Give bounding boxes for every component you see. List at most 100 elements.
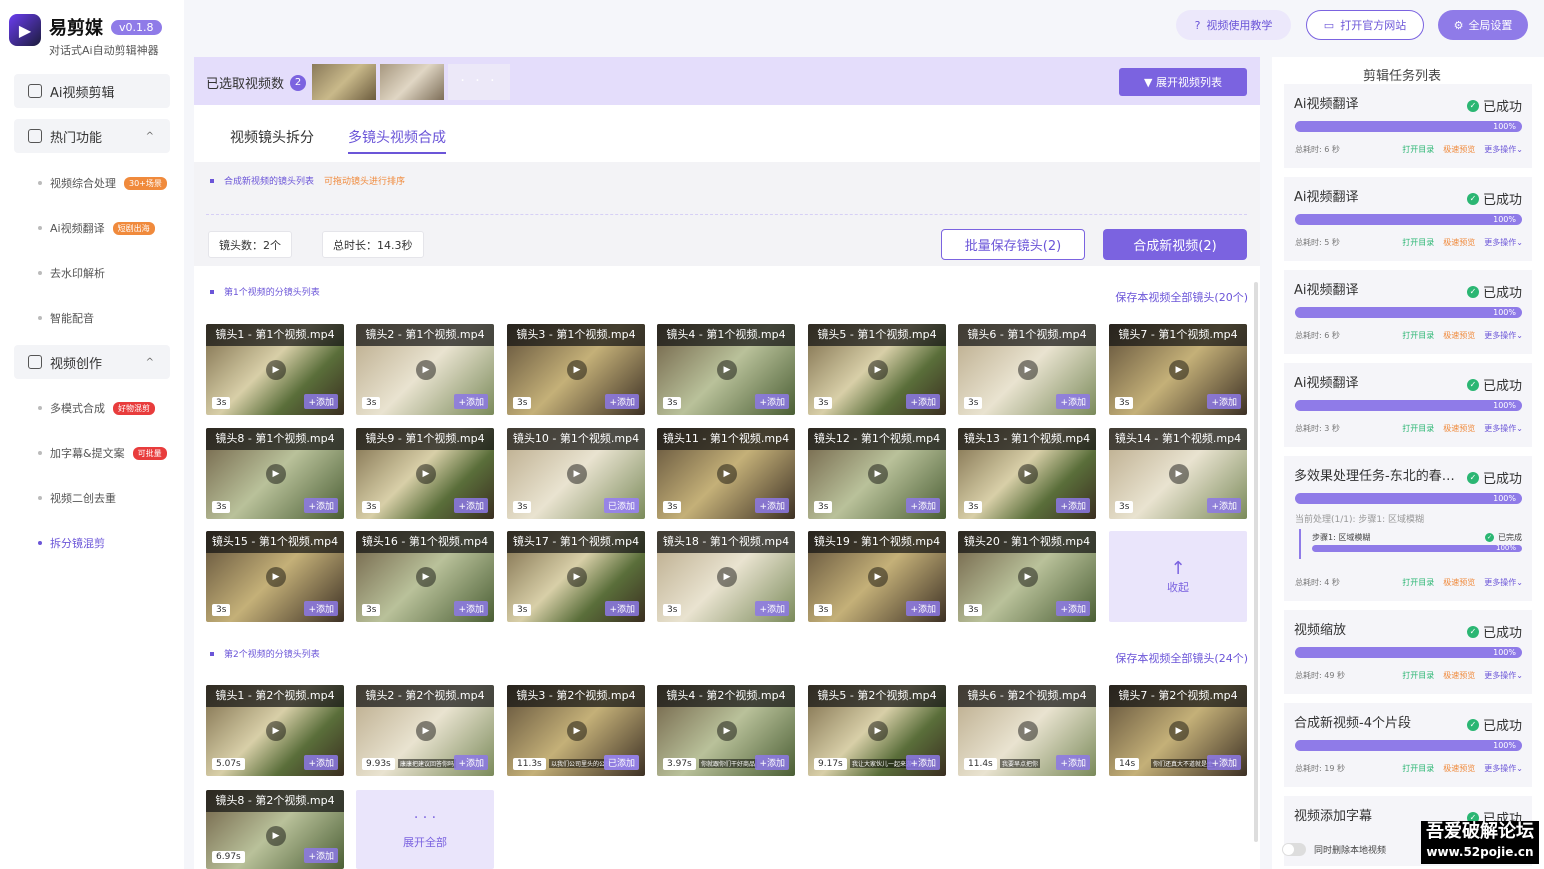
play-icon[interactable]: ▶ bbox=[717, 463, 737, 484]
shot-card[interactable]: 镜头1 - 第2个视频.mp4 ▶ 5.07s +添加 bbox=[206, 685, 344, 776]
open-folder-link[interactable]: 打开目录 bbox=[1402, 577, 1434, 588]
play-icon[interactable]: ▶ bbox=[567, 360, 587, 380]
add-shot-button[interactable]: +添加 bbox=[906, 394, 940, 409]
shot-card[interactable]: 镜头9 - 第1个视频.mp4 ▶ 3s +添加 bbox=[356, 427, 494, 519]
shot-card[interactable]: 镜头2 - 第2个视频.mp4 ▶ 9.93s 康康把建议回答你吗 +添加 bbox=[356, 685, 494, 776]
shot-card[interactable]: 镜头8 - 第2个视频.mp4 ▶ 6.97s +添加 bbox=[206, 790, 344, 869]
open-folder-link[interactable]: 打开目录 bbox=[1402, 144, 1434, 155]
add-shot-button[interactable]: +添加 bbox=[1056, 497, 1090, 513]
more-actions-link[interactable]: 更多操作⌄ bbox=[1484, 577, 1523, 588]
shot-card[interactable]: 镜头6 - 第2个视频.mp4 ▶ 11.4s 我要早点把你 +添加 bbox=[958, 685, 1096, 776]
shot-card[interactable]: 镜头11 - 第1个视频.mp4 ▶ 3s +添加 bbox=[657, 427, 795, 519]
shot-card[interactable]: 镜头4 - 第2个视频.mp4 ▶ 3.97s 你就跟你们干好商品 +添加 bbox=[657, 685, 795, 776]
sidebar-item-ai-edit[interactable]: Ai视频剪辑 bbox=[14, 74, 170, 108]
play-icon[interactable]: ▶ bbox=[1169, 721, 1189, 741]
play-icon[interactable]: ▶ bbox=[717, 721, 737, 741]
save-all-video2-link[interactable]: 保存本视频全部镜头(24个) bbox=[1115, 650, 1248, 666]
play-icon[interactable]: ▶ bbox=[266, 826, 286, 846]
play-icon[interactable]: ▶ bbox=[868, 463, 888, 484]
play-icon[interactable]: ▶ bbox=[266, 567, 286, 587]
shot-card[interactable]: 镜头19 - 第1个视频.mp4 ▶ 3s +添加 bbox=[808, 531, 946, 622]
shot-card[interactable]: 镜头5 - 第2个视频.mp4 ▶ 9.17s 我让大家伙儿一起来游游 +添加 bbox=[808, 685, 946, 776]
batch-save-button[interactable]: 批量保存镜头(2) bbox=[941, 229, 1085, 260]
add-shot-button[interactable]: +添加 bbox=[454, 394, 488, 409]
add-shot-button[interactable]: +添加 bbox=[755, 497, 789, 513]
expand-video-list-button[interactable]: ▼ 展开视频列表 bbox=[1119, 68, 1247, 96]
open-folder-link[interactable]: 打开目录 bbox=[1402, 423, 1434, 434]
add-shot-button[interactable]: 已添加 bbox=[603, 497, 639, 513]
quick-preview-link[interactable]: 极速预览 bbox=[1443, 237, 1475, 248]
add-shot-button[interactable]: +添加 bbox=[906, 755, 940, 770]
shot-card[interactable]: 镜头14 - 第1个视频.mp4 ▶ 3s +添加 bbox=[1109, 427, 1247, 519]
more-actions-link[interactable]: 更多操作⌄ bbox=[1484, 763, 1523, 774]
add-shot-button[interactable]: +添加 bbox=[1207, 755, 1241, 770]
sidebar-item-ai-translate[interactable]: Ai视频翻译 短剧出海 bbox=[38, 220, 155, 236]
play-icon[interactable]: ▶ bbox=[567, 721, 587, 741]
play-icon[interactable]: ▶ bbox=[1018, 360, 1038, 380]
add-shot-button[interactable]: +添加 bbox=[304, 394, 338, 409]
play-icon[interactable]: ▶ bbox=[1018, 721, 1038, 741]
open-folder-link[interactable]: 打开目录 bbox=[1402, 670, 1434, 681]
tab-shot-split[interactable]: 视频镜头拆分 bbox=[230, 127, 314, 154]
tab-multi-compose[interactable]: 多镜头视频合成 bbox=[348, 127, 446, 154]
shot-card[interactable]: 镜头8 - 第1个视频.mp4 ▶ 3s +添加 bbox=[206, 427, 344, 519]
play-icon[interactable]: ▶ bbox=[1169, 463, 1189, 484]
shot-card[interactable]: 镜头16 - 第1个视频.mp4 ▶ 3s +添加 bbox=[356, 531, 494, 622]
expand-all-button[interactable]: · · · 展开全部 bbox=[356, 790, 494, 869]
play-icon[interactable]: ▶ bbox=[567, 567, 587, 587]
shot-card[interactable]: 镜头17 - 第1个视频.mp4 ▶ 3s +添加 bbox=[507, 531, 645, 622]
sidebar-item-dedupe[interactable]: 视频二创去重 bbox=[38, 490, 116, 506]
add-shot-button[interactable]: +添加 bbox=[304, 497, 338, 513]
add-shot-button[interactable]: +添加 bbox=[1056, 755, 1090, 770]
shot-card[interactable]: 镜头2 - 第1个视频.mp4 ▶ 3s +添加 bbox=[356, 324, 494, 415]
website-button[interactable]: ▭ 打开官方网站 bbox=[1306, 10, 1424, 40]
play-icon[interactable]: ▶ bbox=[416, 360, 436, 380]
play-icon[interactable]: ▶ bbox=[717, 567, 737, 587]
add-shot-button[interactable]: +添加 bbox=[605, 601, 639, 616]
play-icon[interactable]: ▶ bbox=[416, 721, 436, 741]
add-shot-button[interactable]: +添加 bbox=[906, 497, 940, 513]
add-shot-button[interactable]: +添加 bbox=[605, 394, 639, 409]
shot-card[interactable]: 镜头12 - 第1个视频.mp4 ▶ 3s +添加 bbox=[808, 427, 946, 519]
play-icon[interactable]: ▶ bbox=[266, 463, 286, 484]
shot-card[interactable]: 镜头1 - 第1个视频.mp4 ▶ 3s +添加 bbox=[206, 324, 344, 415]
play-icon[interactable]: ▶ bbox=[416, 463, 436, 484]
tutorial-button[interactable]: ? 视频使用教学 bbox=[1176, 10, 1291, 40]
shot-card[interactable]: 镜头13 - 第1个视频.mp4 ▶ 3s +添加 bbox=[958, 427, 1096, 519]
open-folder-link[interactable]: 打开目录 bbox=[1402, 763, 1434, 774]
sidebar-item-video-process[interactable]: 视频综合处理 30+场景 bbox=[38, 175, 167, 191]
add-shot-button[interactable]: +添加 bbox=[454, 755, 488, 770]
delete-local-toggle[interactable] bbox=[1282, 843, 1306, 856]
shot-card[interactable]: 镜头3 - 第2个视频.mp4 ▶ 11.3s 以我们公司里头的公民 已添加 bbox=[507, 685, 645, 776]
selected-video-thumb[interactable] bbox=[312, 64, 376, 100]
play-icon[interactable]: ▶ bbox=[567, 463, 587, 484]
play-icon[interactable]: ▶ bbox=[1018, 567, 1038, 587]
shot-card[interactable]: 镜头18 - 第1个视频.mp4 ▶ 3s +添加 bbox=[657, 531, 795, 622]
play-icon[interactable]: ▶ bbox=[1018, 463, 1038, 484]
play-icon[interactable]: ▶ bbox=[266, 721, 286, 741]
add-shot-button[interactable]: +添加 bbox=[304, 755, 338, 770]
more-actions-link[interactable]: 更多操作⌄ bbox=[1484, 144, 1523, 155]
add-shot-button[interactable]: 已添加 bbox=[603, 755, 639, 770]
main-scrollbar[interactable] bbox=[1254, 282, 1258, 842]
play-icon[interactable]: ▶ bbox=[416, 567, 436, 587]
open-folder-link[interactable]: 打开目录 bbox=[1402, 237, 1434, 248]
shot-card[interactable]: 镜头7 - 第2个视频.mp4 ▶ 14s 你们还真大不道就是主 +添加 bbox=[1109, 685, 1247, 776]
quick-preview-link[interactable]: 极速预览 bbox=[1443, 763, 1475, 774]
shot-card[interactable]: 镜头7 - 第1个视频.mp4 ▶ 3s +添加 bbox=[1109, 324, 1247, 415]
collapse-button[interactable]: ↑ 收起 bbox=[1109, 531, 1247, 622]
quick-preview-link[interactable]: 极速预览 bbox=[1443, 423, 1475, 434]
play-icon[interactable]: ▶ bbox=[868, 721, 888, 741]
add-shot-button[interactable]: +添加 bbox=[454, 601, 488, 616]
more-actions-link[interactable]: 更多操作⌄ bbox=[1484, 237, 1523, 248]
add-shot-button[interactable]: +添加 bbox=[304, 848, 338, 863]
play-icon[interactable]: ▶ bbox=[717, 360, 737, 380]
add-shot-button[interactable]: +添加 bbox=[755, 394, 789, 409]
settings-button[interactable]: ⚙ 全局设置 bbox=[1438, 10, 1528, 40]
more-actions-link[interactable]: 更多操作⌄ bbox=[1484, 670, 1523, 681]
sidebar-item-dubbing[interactable]: 智能配音 bbox=[38, 310, 94, 326]
more-thumbs[interactable]: · · · bbox=[448, 64, 510, 100]
shot-card[interactable]: 镜头3 - 第1个视频.mp4 ▶ 3s +添加 bbox=[507, 324, 645, 415]
sidebar-item-split-mix[interactable]: 拆分镜混剪 bbox=[38, 535, 105, 551]
add-shot-button[interactable]: +添加 bbox=[454, 497, 488, 513]
